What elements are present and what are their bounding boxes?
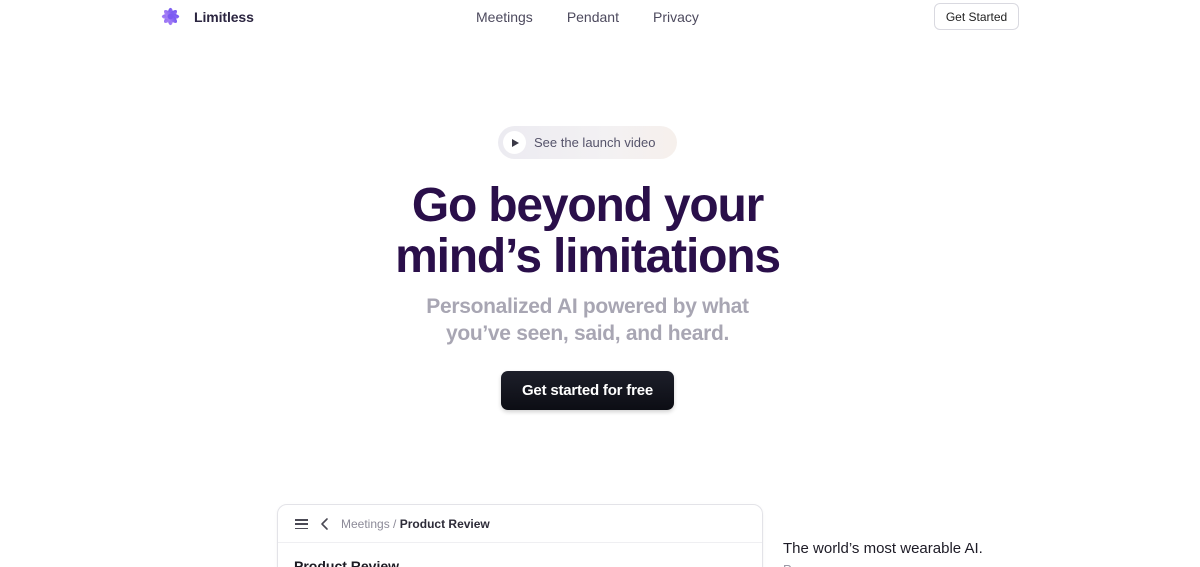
wearable-subtext: P [783, 562, 792, 567]
launch-video-label: See the launch video [534, 135, 656, 150]
main-nav: Meetings Pendant Privacy [476, 9, 699, 25]
subhead-line-2: you’ve seen, said, and heard. [445, 322, 730, 345]
chevron-left-icon[interactable] [319, 516, 331, 532]
logo-link[interactable]: Limitless [157, 3, 254, 30]
headline-line-1: Go beyond your [411, 179, 764, 232]
headline-line-2: mind’s limitations [395, 230, 781, 283]
nav-pendant-link[interactable]: Pendant [567, 9, 619, 25]
launch-video-button[interactable]: See the launch video [498, 126, 677, 159]
hero-subheadline: Personalized AI powered by what you’ve s… [0, 293, 1175, 347]
get-started-free-button[interactable]: Get started for free [501, 371, 674, 410]
nav-meetings-link[interactable]: Meetings [476, 9, 533, 25]
subhead-line-1: Personalized AI powered by what [426, 295, 749, 318]
app-preview-card: Meetings / Product Review Product Review [277, 504, 763, 567]
breadcrumb-current: Product Review [399, 517, 490, 531]
breadcrumb: Meetings / Product Review [341, 517, 490, 531]
meeting-title: Product Review [294, 558, 400, 567]
breadcrumb-meetings[interactable]: Meetings [341, 517, 390, 531]
site-header: Limitless Meetings Pendant Privacy Get S… [0, 0, 1200, 34]
breadcrumb-separator: / [393, 517, 397, 531]
hero-headline: Go beyond your mind’s limitations [0, 180, 1175, 282]
play-icon [503, 131, 526, 154]
limitless-flower-logo-icon [161, 7, 180, 26]
app-preview-toolbar: Meetings / Product Review [278, 505, 762, 543]
wearable-heading: The world’s most wearable AI. [783, 540, 983, 557]
hamburger-menu-icon[interactable] [295, 519, 308, 530]
logo-text: Limitless [194, 8, 254, 25]
nav-privacy-link[interactable]: Privacy [653, 9, 699, 25]
landing-page: Limitless Meetings Pendant Privacy Get S… [0, 0, 1200, 567]
header-get-started-button[interactable]: Get Started [934, 3, 1019, 30]
